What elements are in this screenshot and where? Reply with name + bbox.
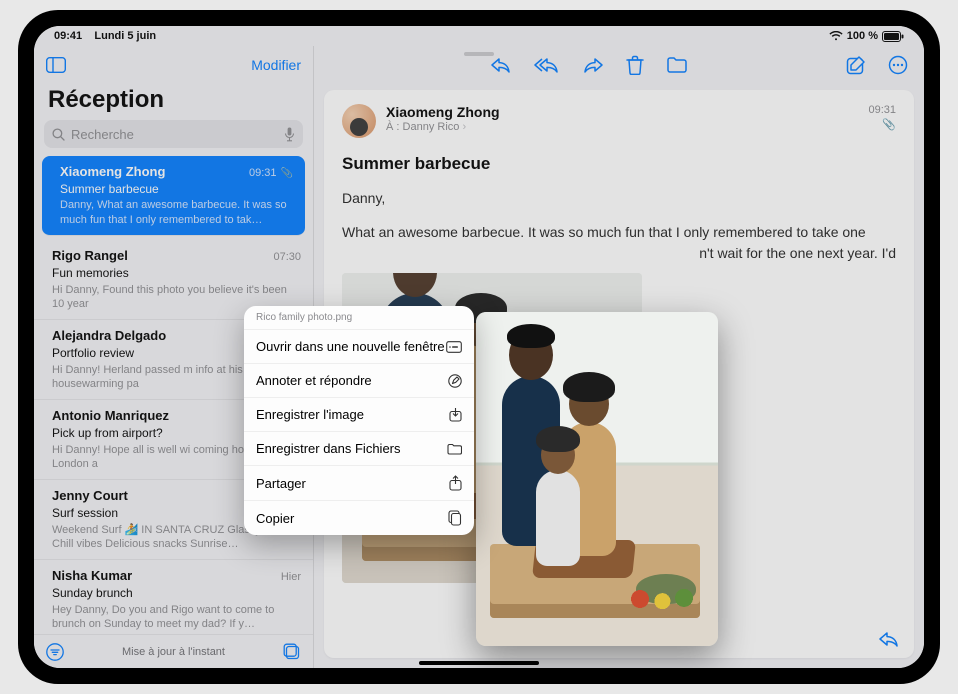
- home-indicator[interactable]: [419, 661, 539, 665]
- save-down-icon: [449, 407, 462, 422]
- update-status: Mise à jour à l'instant: [122, 646, 225, 658]
- context-menu-filename: Rico family photo.png: [244, 306, 474, 330]
- context-menu: Rico family photo.png Ouvrir dans une no…: [244, 306, 474, 535]
- menu-label: Ouvrir dans une nouvelle fenêtre: [256, 339, 445, 354]
- search-icon: [52, 128, 65, 141]
- multitask-pill[interactable]: [464, 52, 494, 56]
- markup-icon: [448, 374, 462, 388]
- mail-subject: Summer barbecue: [342, 154, 896, 174]
- message-subject: Fun memories: [52, 266, 301, 282]
- message-preview: Hey Danny, Do you and Rigo want to come …: [52, 603, 301, 632]
- message-sender: Nisha Kumar: [52, 568, 132, 585]
- mail-to[interactable]: À : Danny Rico ›: [386, 121, 858, 133]
- menu-label: Enregistrer l'image: [256, 407, 364, 422]
- search-input[interactable]: Recherche: [44, 120, 303, 148]
- status-date: Lundi 5 juin: [94, 30, 156, 42]
- mail-paragraph-cut: n't wait for the one next year. I'd: [342, 243, 896, 263]
- folder-icon: [447, 443, 462, 455]
- sidebar-toggle-icon[interactable]: [46, 57, 66, 73]
- window-icon: [446, 341, 462, 353]
- menu-copy[interactable]: Copier: [244, 501, 474, 535]
- edit-button[interactable]: Modifier: [251, 57, 301, 73]
- menu-label: Annoter et répondre: [256, 373, 372, 388]
- menu-markup-reply[interactable]: Annoter et répondre: [244, 364, 474, 398]
- compose-icon[interactable]: [846, 55, 866, 75]
- status-time: 09:41: [54, 30, 82, 42]
- sender-avatar[interactable]: [342, 104, 376, 138]
- battery-percent: 100 %: [847, 30, 878, 42]
- trash-icon[interactable]: [626, 55, 644, 75]
- mail-paragraph: What an awesome barbecue. It was so much…: [342, 222, 896, 242]
- mail-from[interactable]: Xiaomeng Zhong: [386, 104, 858, 120]
- message-sender: Rigo Rangel: [52, 248, 128, 265]
- share-icon: [449, 475, 462, 491]
- chevron-right-icon: ›: [462, 121, 466, 133]
- menu-label: Enregistrer dans Fichiers: [256, 441, 401, 456]
- reply-all-icon[interactable]: [534, 55, 560, 75]
- message-time: 09:31📎: [249, 166, 293, 180]
- message-item[interactable]: Nisha Kumar Hier Sunday brunch Hey Danny,…: [34, 560, 313, 634]
- menu-label: Copier: [256, 511, 294, 526]
- attachment-icon: 📎: [281, 168, 293, 179]
- copy-icon: [448, 510, 462, 526]
- status-left: 09:41 Lundi 5 juin: [54, 30, 156, 42]
- mail-time: 09:31: [868, 104, 896, 116]
- mail-greeting: Danny,: [342, 188, 896, 208]
- message-subject: Sunday brunch: [52, 586, 301, 602]
- inbox-title: Réception: [34, 84, 313, 120]
- reply-icon[interactable]: [878, 630, 900, 648]
- battery-icon: [882, 31, 904, 42]
- attachment-icon: 📎: [868, 118, 896, 131]
- move-folder-icon[interactable]: [666, 55, 688, 75]
- search-placeholder: Recherche: [71, 127, 134, 142]
- message-time: 07:30: [273, 250, 301, 264]
- message-time: Hier: [281, 570, 301, 584]
- dictation-icon[interactable]: [284, 127, 295, 142]
- attachment-preview-lift[interactable]: [476, 312, 718, 646]
- message-subject: Summer barbecue: [60, 182, 293, 198]
- device-frame: 09:41 Lundi 5 juin 100 %: [18, 10, 940, 684]
- status-right: 100 %: [829, 30, 904, 42]
- screen: 09:41 Lundi 5 juin 100 %: [34, 26, 924, 668]
- message-sender: Antonio Manriquez: [52, 408, 169, 425]
- reply-icon[interactable]: [490, 55, 512, 75]
- status-bar: 09:41 Lundi 5 juin 100 %: [34, 26, 924, 46]
- message-preview: Danny, What an awesome barbecue. It was …: [60, 198, 293, 227]
- compose-window-icon[interactable]: [283, 643, 301, 661]
- content-toolbar: [314, 46, 924, 84]
- menu-share[interactable]: Partager: [244, 466, 474, 501]
- forward-icon[interactable]: [582, 55, 604, 75]
- menu-save-to-files[interactable]: Enregistrer dans Fichiers: [244, 432, 474, 466]
- more-icon[interactable]: [888, 55, 908, 75]
- message-item[interactable]: Xiaomeng Zhong 09:31📎 Summer barbecue Da…: [42, 156, 305, 236]
- wifi-icon: [829, 31, 843, 41]
- menu-open-new-window[interactable]: Ouvrir dans une nouvelle fenêtre: [244, 330, 474, 364]
- menu-label: Partager: [256, 476, 306, 491]
- message-sender: Xiaomeng Zhong: [60, 164, 165, 181]
- message-sender: Jenny Court: [52, 488, 128, 505]
- filter-icon[interactable]: [46, 643, 64, 661]
- sidebar-footer: Mise à jour à l'instant: [34, 634, 313, 668]
- mail-body: Danny, What an awesome barbecue. It was …: [342, 188, 896, 263]
- message-sender: Alejandra Delgado: [52, 328, 166, 345]
- menu-save-image[interactable]: Enregistrer l'image: [244, 398, 474, 432]
